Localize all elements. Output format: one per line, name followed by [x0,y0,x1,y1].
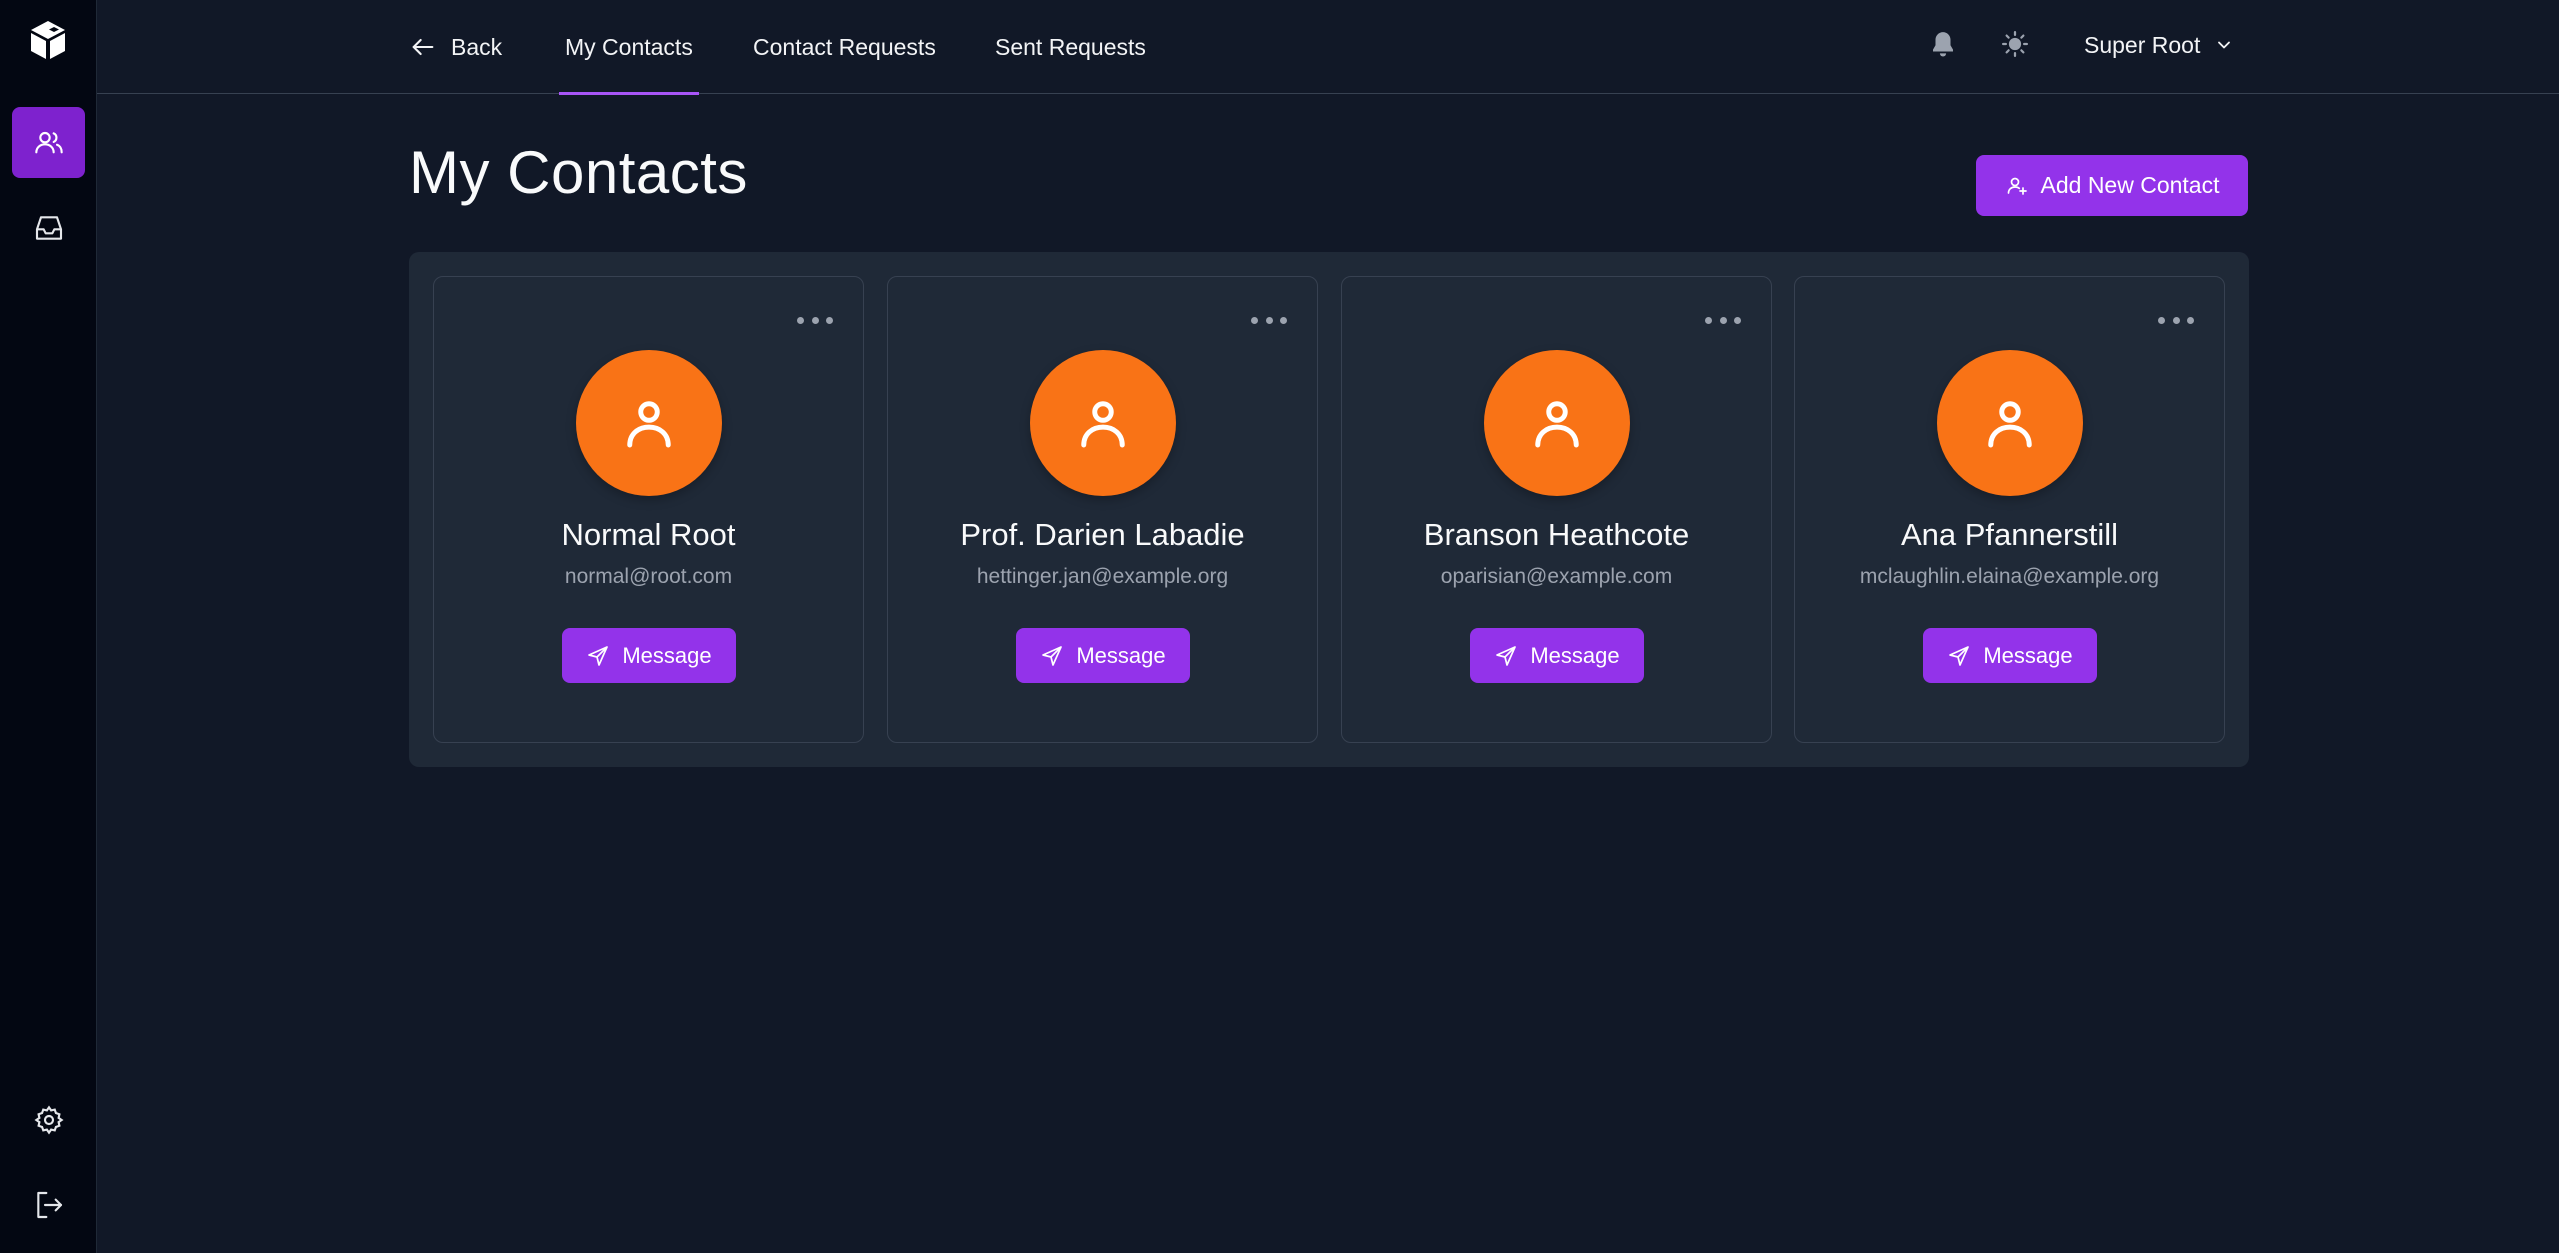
more-options-icon[interactable] [2158,315,2194,325]
send-icon [588,645,609,666]
back-link[interactable]: Back [409,0,502,94]
user-icon [1081,401,1125,448]
tab-my-contacts[interactable]: My Contacts [559,0,699,95]
tab-label: Sent Requests [995,33,1146,60]
more-options-icon[interactable] [797,315,833,325]
sidebar-item-settings[interactable] [12,1084,85,1155]
tab-sent-requests[interactable]: Sent Requests [995,0,1146,94]
message-button[interactable]: Message [562,628,736,683]
add-new-contact-button[interactable]: Add New Contact [1976,155,2248,216]
message-button[interactable]: Message [1470,628,1644,683]
tab-label: Contact Requests [753,33,936,60]
contact-card: Prof. Darien Labadie hettinger.jan@examp… [887,276,1318,743]
message-label: Message [1076,642,1166,668]
message-label: Message [1530,642,1620,668]
avatar [1937,350,2083,496]
user-name: Super Root [2084,31,2201,58]
contact-card: Branson Heathcote oparisian@example.com … [1341,276,1772,743]
avatar [1484,350,1630,496]
send-icon [1496,645,1517,666]
theme-toggle-sun-icon[interactable] [2000,29,2030,59]
contact-name: Ana Pfannerstill [1900,517,2119,552]
more-options-icon[interactable] [1705,315,1741,325]
users-icon [34,131,63,153]
user-icon [1988,401,2032,448]
logout-icon [36,1191,62,1218]
tab-contact-requests[interactable]: Contact Requests [753,0,936,94]
user-plus-icon [2007,177,2027,195]
inbox-icon [35,215,62,240]
more-options-icon[interactable] [1251,315,1287,325]
sidebar [0,0,97,1253]
sidebar-item-inbox[interactable] [12,192,85,263]
back-label: Back [451,33,503,60]
contact-name: Branson Heathcote [1423,517,1690,552]
message-label: Message [1983,642,2073,668]
notifications-bell-icon[interactable] [1928,29,1958,59]
add-button-label: Add New Contact [2040,172,2220,198]
contact-card: Ana Pfannerstill mclaughlin.elaina@examp… [1794,276,2225,743]
avatar [1030,350,1176,496]
contact-name: Prof. Darien Labadie [960,517,1245,552]
contact-name: Normal Root [561,517,736,552]
sidebar-item-logout[interactable] [12,1169,85,1240]
chevron-down-icon [2218,41,2231,49]
gear-icon [33,1104,64,1135]
message-button[interactable]: Message [1923,628,2097,683]
message-label: Message [622,642,712,668]
user-menu-dropdown[interactable]: Super Root [2084,0,2234,90]
contact-email: oparisian@example.com [1440,565,1673,588]
app-logo-icon[interactable] [28,19,68,61]
page-title: My Contacts [409,139,748,206]
sidebar-item-contacts[interactable] [12,107,85,178]
arrow-left-icon [412,38,434,56]
contact-email: mclaughlin.elaina@example.org [1859,565,2160,588]
contact-email: hettinger.jan@example.org [976,565,1229,588]
contacts-panel: Normal Root normal@root.com Message Prof… [409,252,2249,767]
avatar [576,350,722,496]
send-icon [1949,645,1970,666]
contact-card: Normal Root normal@root.com Message [433,276,864,743]
contact-email: normal@root.com [564,565,733,588]
user-icon [627,401,671,448]
message-button[interactable]: Message [1016,628,1190,683]
tab-label: My Contacts [565,33,693,60]
user-icon [1535,401,1579,448]
send-icon [1042,645,1063,666]
